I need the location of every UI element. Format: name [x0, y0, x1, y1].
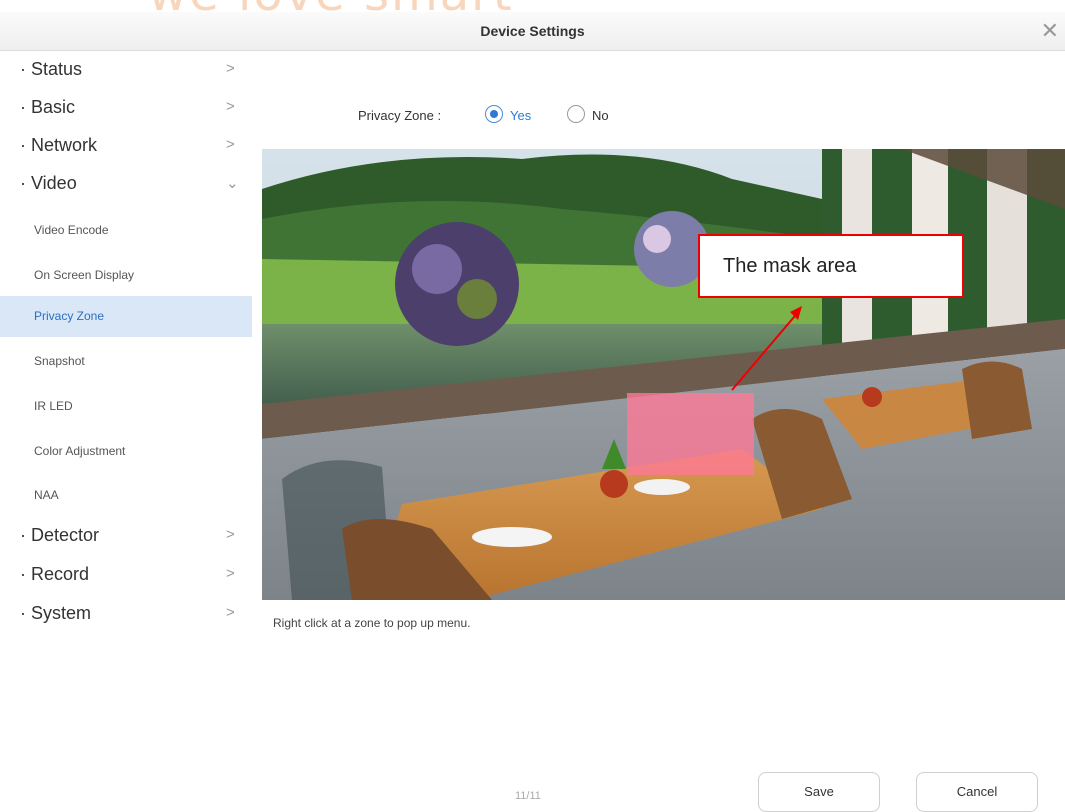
chevron-right-icon: >	[226, 526, 235, 543]
sidebar-item-network[interactable]: · Network >	[0, 127, 252, 165]
privacy-zone-no-label[interactable]: No	[592, 108, 609, 123]
sidebar-item-label: · Record	[20, 564, 90, 584]
sidebar-item-record[interactable]: · Record >	[0, 556, 252, 594]
sidebar-subitem-label: Video Encode	[34, 223, 109, 237]
sidebar-item-detector[interactable]: · Detector >	[0, 517, 252, 555]
privacy-zone-yes-radio[interactable]	[485, 105, 503, 123]
save-button[interactable]: Save	[758, 772, 880, 812]
zone-hint-text: Right click at a zone to pop up menu.	[273, 616, 471, 630]
sidebar-subitem-label: Color Adjustment	[34, 444, 126, 458]
sidebar-item-video[interactable]: · Video ⌄	[0, 165, 252, 203]
sidebar-item-label: · Basic	[20, 97, 76, 117]
sidebar-subitem-privacy-zone[interactable]: Privacy Zone	[0, 296, 252, 337]
settings-sidebar: · Status > · Basic > · Network > · Video…	[0, 51, 252, 807]
sidebar-item-system[interactable]: · System >	[0, 595, 252, 633]
privacy-zone-yes-label[interactable]: Yes	[510, 108, 531, 123]
close-icon[interactable]: ✕	[1041, 18, 1059, 44]
callout-arrow-icon	[731, 306, 802, 391]
sidebar-item-label: · Detector	[20, 525, 100, 545]
sidebar-subitem-label: IR LED	[34, 399, 73, 413]
camera-preview[interactable]	[262, 149, 1065, 600]
sidebar-subitem-video-encode[interactable]: Video Encode	[0, 210, 252, 251]
sidebar-item-label: · Network	[20, 135, 98, 155]
chevron-right-icon: >	[226, 604, 235, 621]
sidebar-subitem-color-adjustment[interactable]: Color Adjustment	[0, 431, 252, 472]
dialog-titlebar: Device Settings ✕	[0, 12, 1065, 51]
sidebar-subitem-on-screen-display[interactable]: On Screen Display	[0, 255, 252, 296]
privacy-zone-label: Privacy Zone :	[358, 108, 442, 123]
dialog-title: Device Settings	[480, 23, 585, 39]
camera-preview-image	[262, 149, 1065, 600]
sidebar-subitem-naa[interactable]: NAA	[0, 475, 252, 516]
sidebar-item-label: · Video	[20, 173, 77, 193]
chevron-right-icon: >	[226, 98, 235, 115]
sidebar-item-status[interactable]: · Status >	[0, 51, 252, 89]
sidebar-subitem-label: Privacy Zone	[34, 309, 105, 323]
sidebar-item-basic[interactable]: · Basic >	[0, 89, 252, 127]
page-indicator: 11/11	[515, 790, 541, 802]
cancel-button[interactable]: Cancel	[916, 772, 1038, 812]
sidebar-subitem-snapshot[interactable]: Snapshot	[0, 341, 252, 382]
chevron-down-icon: ⌄	[226, 175, 239, 192]
sidebar-subitem-label: Snapshot	[34, 354, 85, 368]
privacy-mask-zone[interactable]	[627, 393, 754, 475]
sidebar-subitem-label: On Screen Display	[34, 268, 135, 282]
chevron-right-icon: >	[226, 60, 235, 77]
sidebar-item-label: · System	[20, 603, 92, 623]
privacy-zone-no-radio[interactable]	[567, 105, 585, 123]
chevron-right-icon: >	[226, 565, 235, 582]
sidebar-item-label: · Status	[20, 59, 83, 79]
mask-area-callout-text: The mask area	[723, 255, 857, 277]
chevron-right-icon: >	[226, 136, 235, 153]
sidebar-subitem-ir-led[interactable]: IR LED	[0, 386, 252, 427]
mask-area-callout: The mask area	[698, 234, 964, 298]
sidebar-subitem-label: NAA	[34, 488, 59, 502]
